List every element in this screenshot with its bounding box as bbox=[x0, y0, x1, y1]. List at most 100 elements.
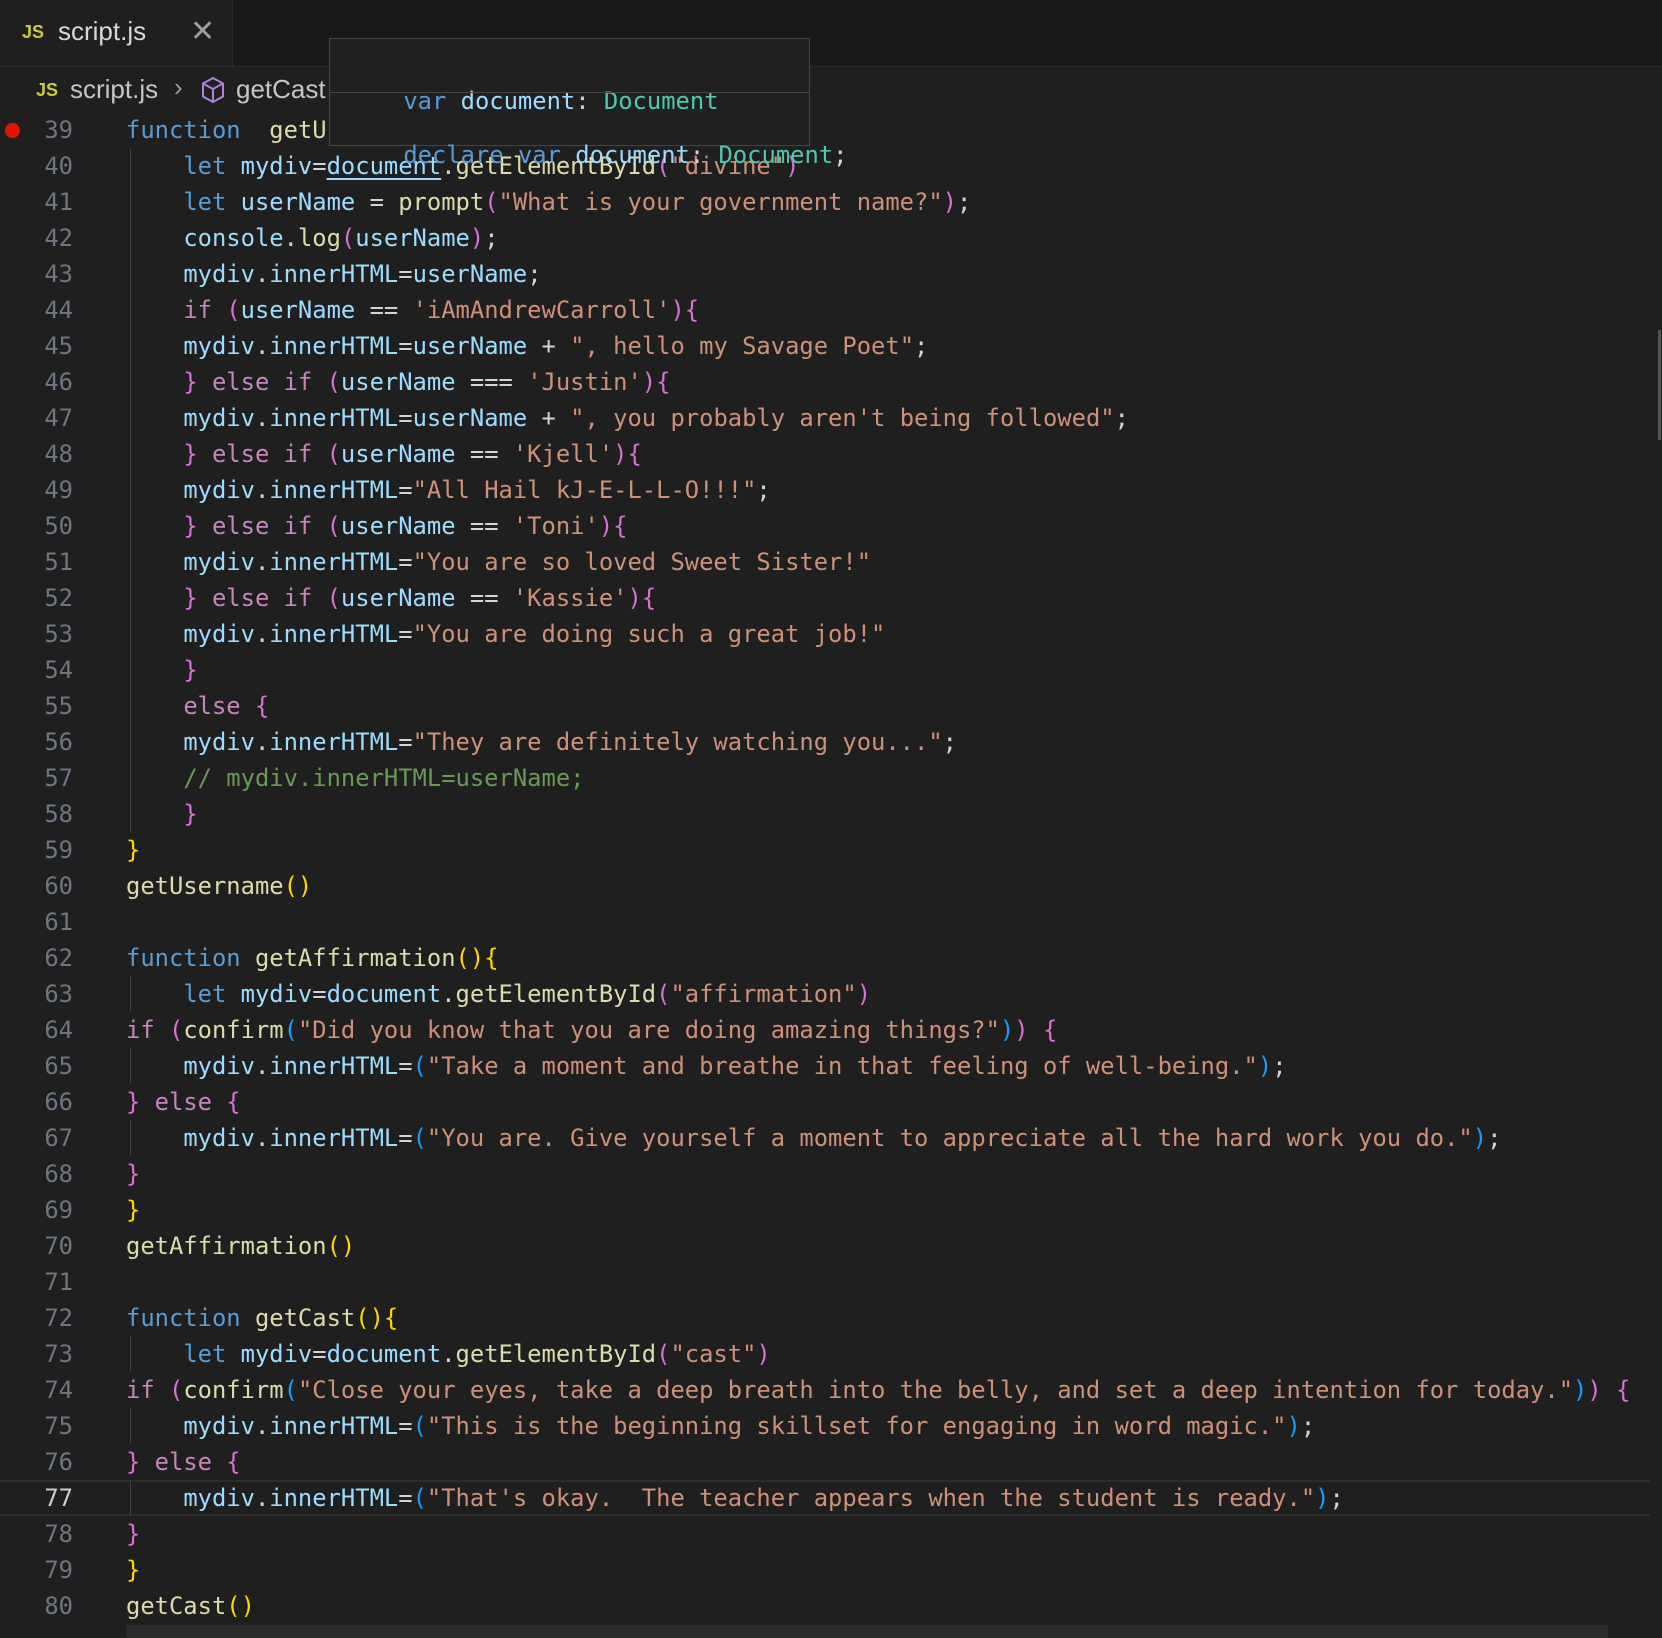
code-text: mydiv.innerHTML=userName + ", hello my S… bbox=[126, 328, 928, 364]
code-line[interactable]: 58 } bbox=[0, 796, 1650, 832]
code-token: if bbox=[126, 1016, 155, 1044]
indent-guide bbox=[130, 1336, 131, 1372]
breadcrumb-symbol[interactable]: getCast bbox=[236, 74, 326, 105]
horizontal-scrollbar[interactable] bbox=[126, 1625, 1608, 1638]
code-token: if bbox=[183, 296, 212, 324]
line-number: 51 bbox=[44, 548, 73, 576]
code-token: = bbox=[398, 476, 413, 504]
code-token: ( bbox=[326, 584, 341, 612]
code-line[interactable]: 70 getAffirmation() bbox=[0, 1228, 1650, 1264]
line-number: 49 bbox=[44, 476, 73, 504]
code-line[interactable]: 53 mydiv.innerHTML="You are doing such a… bbox=[0, 616, 1650, 652]
code-line[interactable]: 48 } else if (userName == 'Kjell'){ bbox=[0, 436, 1650, 472]
code-token: () bbox=[455, 944, 485, 972]
code-token: { bbox=[226, 1088, 241, 1116]
code-token: "You are doing such a great job!" bbox=[412, 620, 886, 648]
code-token: ( bbox=[412, 1412, 427, 1440]
code-token: ) bbox=[942, 188, 957, 216]
code-line[interactable]: 59} bbox=[0, 832, 1650, 868]
line-number: 69 bbox=[44, 1196, 73, 1224]
code-line[interactable]: 47 mydiv.innerHTML=userName + ", you pro… bbox=[0, 400, 1650, 436]
code-token: = bbox=[398, 1484, 413, 1512]
code-text: function getAffirmation(){ bbox=[126, 940, 499, 976]
code-line[interactable]: 62 function getAffirmation(){ bbox=[0, 940, 1650, 976]
code-token: innerHTML bbox=[269, 1412, 399, 1440]
code-text: } else { bbox=[126, 1444, 241, 1480]
code-line[interactable]: 61 bbox=[0, 904, 1650, 940]
code-token: "Close your eyes, take a deep breath int… bbox=[297, 1376, 1574, 1404]
code-line[interactable]: 66} else { bbox=[0, 1084, 1650, 1120]
code-line[interactable]: 55 else { bbox=[0, 688, 1650, 724]
code-line[interactable]: 42 console.log(userName); bbox=[0, 220, 1650, 256]
code-line[interactable]: 44 if (userName == 'iAmAndrewCarroll'){ bbox=[0, 292, 1650, 328]
code-token: ) bbox=[1315, 1484, 1330, 1512]
code-line[interactable]: 60 getUsername() bbox=[0, 868, 1650, 904]
close-icon[interactable]: ✕ bbox=[190, 14, 215, 49]
tab-script-js[interactable]: JS script.js ✕ bbox=[0, 0, 233, 66]
javascript-file-icon: JS bbox=[36, 80, 59, 100]
code-line[interactable]: 77 mydiv.innerHTML=("That's okay. The te… bbox=[0, 1480, 1650, 1516]
code-line[interactable]: 76} else { bbox=[0, 1444, 1650, 1480]
code-token: ) bbox=[627, 584, 642, 612]
code-token: "This is the beginning skillset for enga… bbox=[426, 1412, 1287, 1440]
code-text: let mydiv=document.getElementById("affir… bbox=[126, 976, 871, 1012]
code-token: getUsername bbox=[126, 872, 284, 900]
code-line[interactable]: 50 } else if (userName == 'Toni'){ bbox=[0, 508, 1650, 544]
code-token: . bbox=[254, 260, 270, 288]
code-line[interactable]: 56 mydiv.innerHTML="They are definitely … bbox=[0, 724, 1650, 760]
code-token: userName bbox=[340, 440, 456, 468]
code-token: ) bbox=[1573, 1376, 1588, 1404]
code-line[interactable]: 69} bbox=[0, 1192, 1650, 1228]
code-token: } bbox=[126, 1196, 141, 1224]
code-line[interactable]: 80 getCast() bbox=[0, 1588, 1650, 1624]
line-number: 43 bbox=[44, 260, 73, 288]
vertical-scrollbar[interactable] bbox=[1658, 330, 1661, 440]
code-line[interactable]: 73 let mydiv=document.getElementById("ca… bbox=[0, 1336, 1650, 1372]
code-line[interactable]: 74 if (confirm("Close your eyes, take a d… bbox=[0, 1372, 1650, 1408]
code-text: function getUs bbox=[126, 112, 341, 148]
code-line[interactable]: 68} bbox=[0, 1156, 1650, 1192]
code-token: mydiv bbox=[183, 332, 255, 360]
code-token: getAffirmation bbox=[254, 944, 456, 972]
code-token: { bbox=[684, 296, 700, 324]
code-line[interactable]: 72 function getCast(){ bbox=[0, 1300, 1650, 1336]
code-editor[interactable]: 39 function getUs 40 let mydiv=document.ge… bbox=[0, 112, 1662, 1638]
code-line[interactable]: 78} bbox=[0, 1516, 1650, 1552]
code-line[interactable]: 65 mydiv.innerHTML=("Take a moment and b… bbox=[0, 1048, 1650, 1084]
code-line[interactable]: 46 } else if (userName === 'Justin'){ bbox=[0, 364, 1650, 400]
code-token: console bbox=[183, 224, 284, 252]
code-line[interactable]: 64 if (confirm("Did you know that you are… bbox=[0, 1012, 1650, 1048]
code-token: = bbox=[312, 980, 327, 1008]
code-token: mydiv bbox=[183, 1412, 255, 1440]
line-number: 40 bbox=[44, 152, 73, 180]
line-number: 79 bbox=[44, 1556, 73, 1584]
breadcrumb-file[interactable]: script.js bbox=[70, 74, 158, 105]
code-line[interactable]: 51 mydiv.innerHTML="You are so loved Swe… bbox=[0, 544, 1650, 580]
code-line[interactable]: 71 bbox=[0, 1264, 1650, 1300]
code-token: ", you probably aren't being followed" bbox=[570, 404, 1115, 432]
code-token: // mydiv.innerHTML=userName; bbox=[183, 764, 585, 792]
code-line[interactable]: 63 let mydiv=document.getElementById("af… bbox=[0, 976, 1650, 1012]
code-line[interactable]: 52 } else if (userName == 'Kassie'){ bbox=[0, 580, 1650, 616]
code-token: } bbox=[183, 656, 198, 684]
code-line[interactable]: 54 } bbox=[0, 652, 1650, 688]
code-token: } bbox=[126, 1088, 141, 1116]
code-token: = bbox=[398, 1052, 413, 1080]
hover-declaration: declare var document: Document; bbox=[403, 141, 848, 169]
code-line[interactable]: 49 mydiv.innerHTML="All Hail kJ-E-L-L-O!… bbox=[0, 472, 1650, 508]
code-line[interactable]: 75 mydiv.innerHTML=("This is the beginni… bbox=[0, 1408, 1650, 1444]
code-token: } bbox=[126, 1520, 141, 1548]
code-line[interactable]: 67 mydiv.innerHTML=("You are. Give yours… bbox=[0, 1120, 1650, 1156]
code-line[interactable]: 57 // mydiv.innerHTML=userName; bbox=[0, 760, 1650, 796]
code-token: innerHTML bbox=[269, 332, 399, 360]
code-line[interactable]: 43 mydiv.innerHTML=userName; bbox=[0, 256, 1650, 292]
line-number: 55 bbox=[44, 692, 73, 720]
code-line[interactable]: 45 mydiv.innerHTML=userName + ", hello m… bbox=[0, 328, 1650, 364]
code-line[interactable]: 79} bbox=[0, 1552, 1650, 1588]
